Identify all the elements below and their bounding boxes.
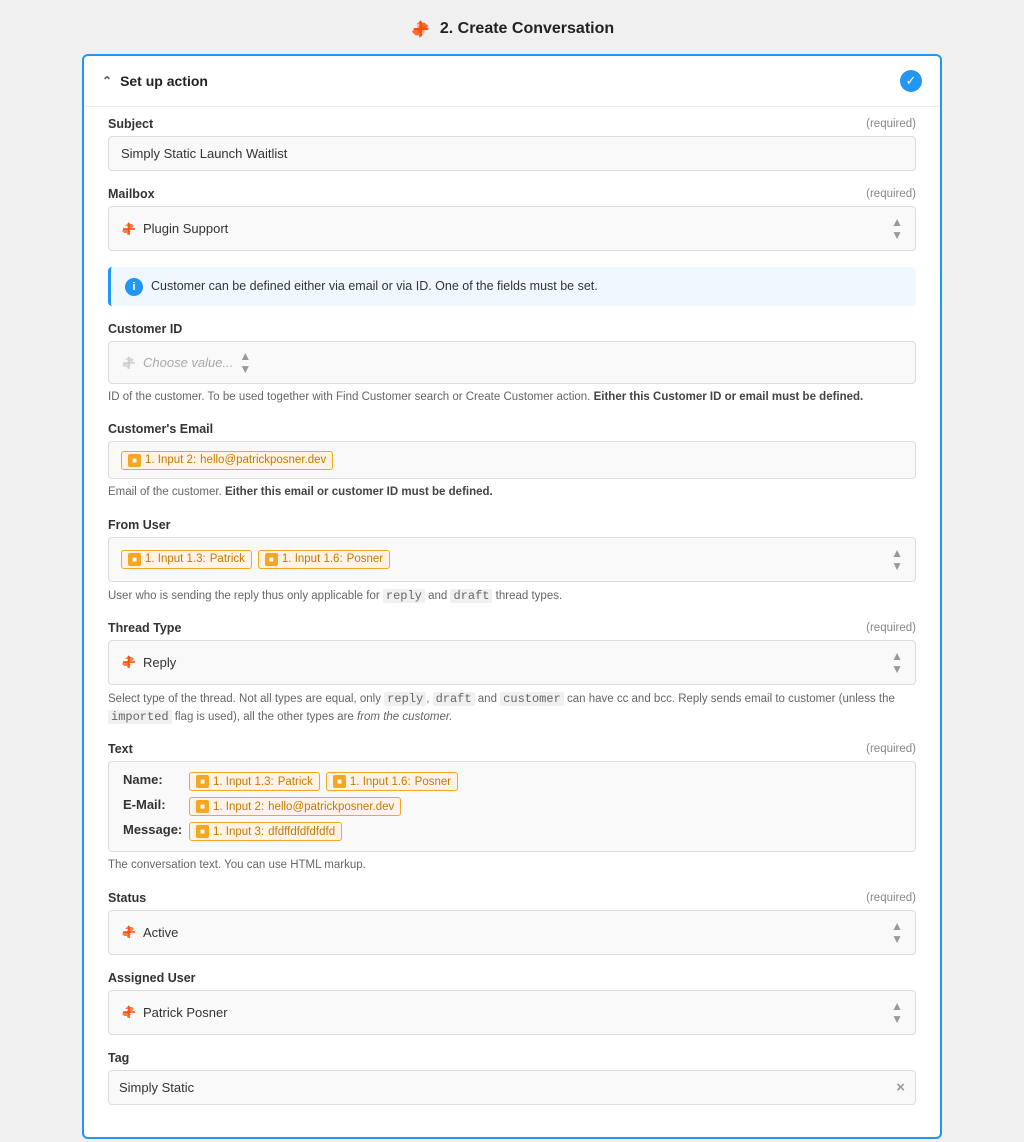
assigned-user-group: Assigned User Patrick Posner ▲ ▼ — [108, 971, 916, 1035]
thread-type-required: (required) — [866, 622, 916, 634]
text-message-token-1: ■ 1. Input 3: dfdffdfdfdfdfd — [189, 822, 342, 841]
card-header-left: ⌃ Set up action — [102, 73, 208, 89]
status-select[interactable]: Active ▲ ▼ — [108, 910, 916, 955]
text-message-row: Message: ■ 1. Input 3: dfdffdfdfdfdfd — [123, 822, 901, 841]
tag-input[interactable]: Simply Static × — [108, 1070, 916, 1105]
mailbox-required: (required) — [866, 188, 916, 200]
mailbox-label: Mailbox — [108, 187, 155, 201]
text-email-label: E-Mail: — [123, 797, 183, 812]
card-header: ⌃ Set up action ✓ — [84, 56, 940, 107]
subject-input[interactable]: Simply Static Launch Waitlist — [108, 136, 916, 171]
text-helper: The conversation text. You can use HTML … — [108, 857, 916, 874]
status-arrows: ▲ ▼ — [891, 920, 903, 945]
from-user-arrows: ▲ ▼ — [891, 547, 903, 572]
text-label: Text — [108, 742, 133, 756]
text-name-label: Name: — [123, 772, 183, 787]
text-required: (required) — [866, 743, 916, 755]
text-name-row: Name: ■ 1. Input 1.3: Patrick ■ 1. Input… — [123, 772, 901, 791]
from-user-label-row: From User — [108, 518, 916, 532]
from-user-label: From User — [108, 518, 171, 532]
status-value: Active — [143, 925, 178, 940]
status-label: Status — [108, 891, 146, 905]
customer-email-helper: Email of the customer. Either this email… — [108, 484, 916, 501]
thread-type-select[interactable]: Reply ▲ ▼ — [108, 640, 916, 685]
page-header: 2. Create Conversation — [0, 0, 1024, 54]
verified-icon: ✓ — [900, 70, 922, 92]
customer-id-group: Customer ID Choose value... ▲ ▼ ID of th… — [108, 322, 916, 406]
customer-id-label-row: Customer ID — [108, 322, 916, 336]
tag-label-row: Tag — [108, 1051, 916, 1065]
customer-email-label: Customer's Email — [108, 422, 213, 436]
mailbox-label-row: Mailbox (required) — [108, 187, 916, 201]
mailbox-group: Mailbox (required) Plugin Support ▲ ▼ — [108, 187, 916, 251]
tag-clear-button[interactable]: × — [896, 1079, 905, 1096]
thread-type-label: Thread Type — [108, 621, 181, 635]
status-required: (required) — [866, 892, 916, 904]
from-user-helper: User who is sending the reply thus only … — [108, 587, 916, 605]
text-name-token-2: ■ 1. Input 1.6: Posner — [326, 772, 458, 791]
text-name-token-1: ■ 1. Input 1.3: Patrick — [189, 772, 320, 791]
card-header-label: Set up action — [120, 73, 208, 89]
thread-type-helper: Select type of the thread. Not all types… — [108, 690, 916, 727]
from-user-group: From User ■ 1. Input 1.3: Patrick ■ 1. I… — [108, 518, 916, 605]
info-text: Customer can be defined either via email… — [151, 277, 598, 296]
subject-label-row: Subject (required) — [108, 117, 916, 131]
thread-type-group: Thread Type (required) Reply ▲ ▼ — [108, 621, 916, 727]
from-user-token-1: ■ 1. Input 1.3: Patrick — [121, 550, 252, 569]
thread-type-label-row: Thread Type (required) — [108, 621, 916, 635]
from-user-token-2: ■ 1. Input 1.6: Posner — [258, 550, 390, 569]
email-token-1: ■ 1. Input 2: hello@patrickposner.dev — [121, 451, 333, 470]
assigned-user-label-row: Assigned User — [108, 971, 916, 985]
info-icon: i — [125, 278, 143, 296]
assigned-user-value: Patrick Posner — [143, 1005, 228, 1020]
page-title: 2. Create Conversation — [440, 20, 614, 38]
assigned-user-select[interactable]: Patrick Posner ▲ ▼ — [108, 990, 916, 1035]
zapier-icon — [410, 18, 432, 40]
text-label-row: Text (required) — [108, 742, 916, 756]
from-user-token-2-icon: ■ — [265, 553, 278, 566]
mailbox-select[interactable]: Plugin Support ▲ ▼ — [108, 206, 916, 251]
subject-required: (required) — [866, 118, 916, 130]
mailbox-arrows: ▲ ▼ — [891, 216, 903, 241]
assigned-user-arrows: ▲ ▼ — [891, 1000, 903, 1025]
subject-group: Subject (required) Simply Static Launch … — [108, 117, 916, 171]
subject-label: Subject — [108, 117, 153, 131]
customer-id-arrows: ▲ ▼ — [239, 350, 251, 375]
status-label-row: Status (required) — [108, 891, 916, 905]
customer-email-input[interactable]: ■ 1. Input 2: hello@patrickposner.dev — [108, 441, 916, 479]
text-message-label: Message: — [123, 822, 183, 837]
customer-id-placeholder: Choose value... — [143, 355, 233, 370]
form-body: Subject (required) Simply Static Launch … — [84, 107, 940, 1105]
tag-group: Tag Simply Static × — [108, 1051, 916, 1105]
customer-id-input[interactable]: Choose value... ▲ ▼ — [108, 341, 916, 384]
status-group: Status (required) Active ▲ ▼ — [108, 891, 916, 955]
customer-id-label: Customer ID — [108, 322, 182, 336]
tag-value: Simply Static — [119, 1080, 896, 1095]
text-email-token-1: ■ 1. Input 2: hello@patrickposner.dev — [189, 797, 401, 816]
assigned-user-label: Assigned User — [108, 971, 196, 985]
text-email-row: E-Mail: ■ 1. Input 2: hello@patrickposne… — [123, 797, 901, 816]
customer-id-helper: ID of the customer. To be used together … — [108, 389, 916, 406]
thread-type-value: Reply — [143, 655, 176, 670]
customer-email-label-row: Customer's Email — [108, 422, 916, 436]
text-message-token-icon: ■ — [196, 825, 209, 838]
customer-email-group: Customer's Email ■ 1. Input 2: hello@pat… — [108, 422, 916, 501]
text-input[interactable]: Name: ■ 1. Input 1.3: Patrick ■ 1. Input… — [108, 761, 916, 852]
email-token-icon: ■ — [128, 454, 141, 467]
mailbox-value: Plugin Support — [143, 221, 228, 236]
text-group: Text (required) Name: ■ 1. Input 1.3: Pa… — [108, 742, 916, 874]
from-user-token-1-icon: ■ — [128, 553, 141, 566]
text-email-token-icon: ■ — [196, 800, 209, 813]
info-box: i Customer can be defined either via ema… — [108, 267, 916, 306]
collapse-icon[interactable]: ⌃ — [102, 74, 112, 88]
tag-label: Tag — [108, 1051, 129, 1065]
thread-type-arrows: ▲ ▼ — [891, 650, 903, 675]
main-card: ⌃ Set up action ✓ Subject (required) Sim… — [82, 54, 942, 1139]
text-name-token-2-icon: ■ — [333, 775, 346, 788]
from-user-select[interactable]: ■ 1. Input 1.3: Patrick ■ 1. Input 1.6: … — [108, 537, 916, 582]
text-name-token-1-icon: ■ — [196, 775, 209, 788]
